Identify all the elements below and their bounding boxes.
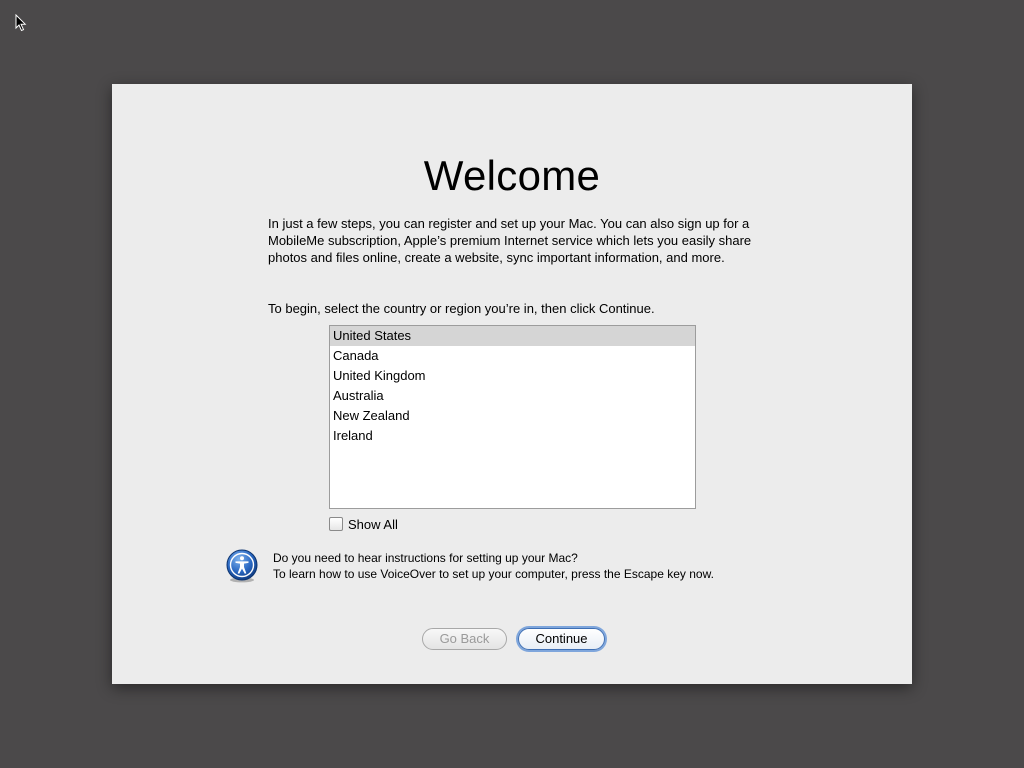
mouse-cursor-icon bbox=[15, 14, 27, 32]
show-all-label[interactable]: Show All bbox=[348, 517, 398, 532]
country-item-canada[interactable]: Canada bbox=[330, 346, 695, 366]
voiceover-line-1: Do you need to hear instructions for set… bbox=[273, 551, 578, 565]
country-prompt: To begin, select the country or region y… bbox=[268, 301, 655, 316]
accessibility-icon bbox=[226, 549, 258, 583]
voiceover-line-2: To learn how to use VoiceOver to set up … bbox=[273, 567, 714, 581]
show-all-control[interactable]: Show All bbox=[329, 516, 398, 532]
page-title: Welcome bbox=[423, 152, 601, 199]
country-item-united-kingdom[interactable]: United Kingdom bbox=[330, 366, 695, 386]
country-item-ireland[interactable]: Ireland bbox=[330, 426, 695, 446]
show-all-checkbox[interactable] bbox=[329, 517, 343, 531]
country-list[interactable]: United States Canada United Kingdom Aust… bbox=[329, 325, 696, 509]
go-back-button[interactable]: Go Back bbox=[422, 628, 507, 650]
country-item-new-zealand[interactable]: New Zealand bbox=[330, 406, 695, 426]
voiceover-text: Do you need to hear instructions for set… bbox=[273, 550, 714, 582]
country-item-australia[interactable]: Australia bbox=[330, 386, 695, 406]
intro-text: In just a few steps, you can register an… bbox=[268, 216, 752, 265]
voiceover-notice: Do you need to hear instructions for set… bbox=[226, 549, 786, 585]
continue-button[interactable]: Continue bbox=[518, 628, 605, 650]
country-item-united-states[interactable]: United States bbox=[330, 326, 695, 346]
